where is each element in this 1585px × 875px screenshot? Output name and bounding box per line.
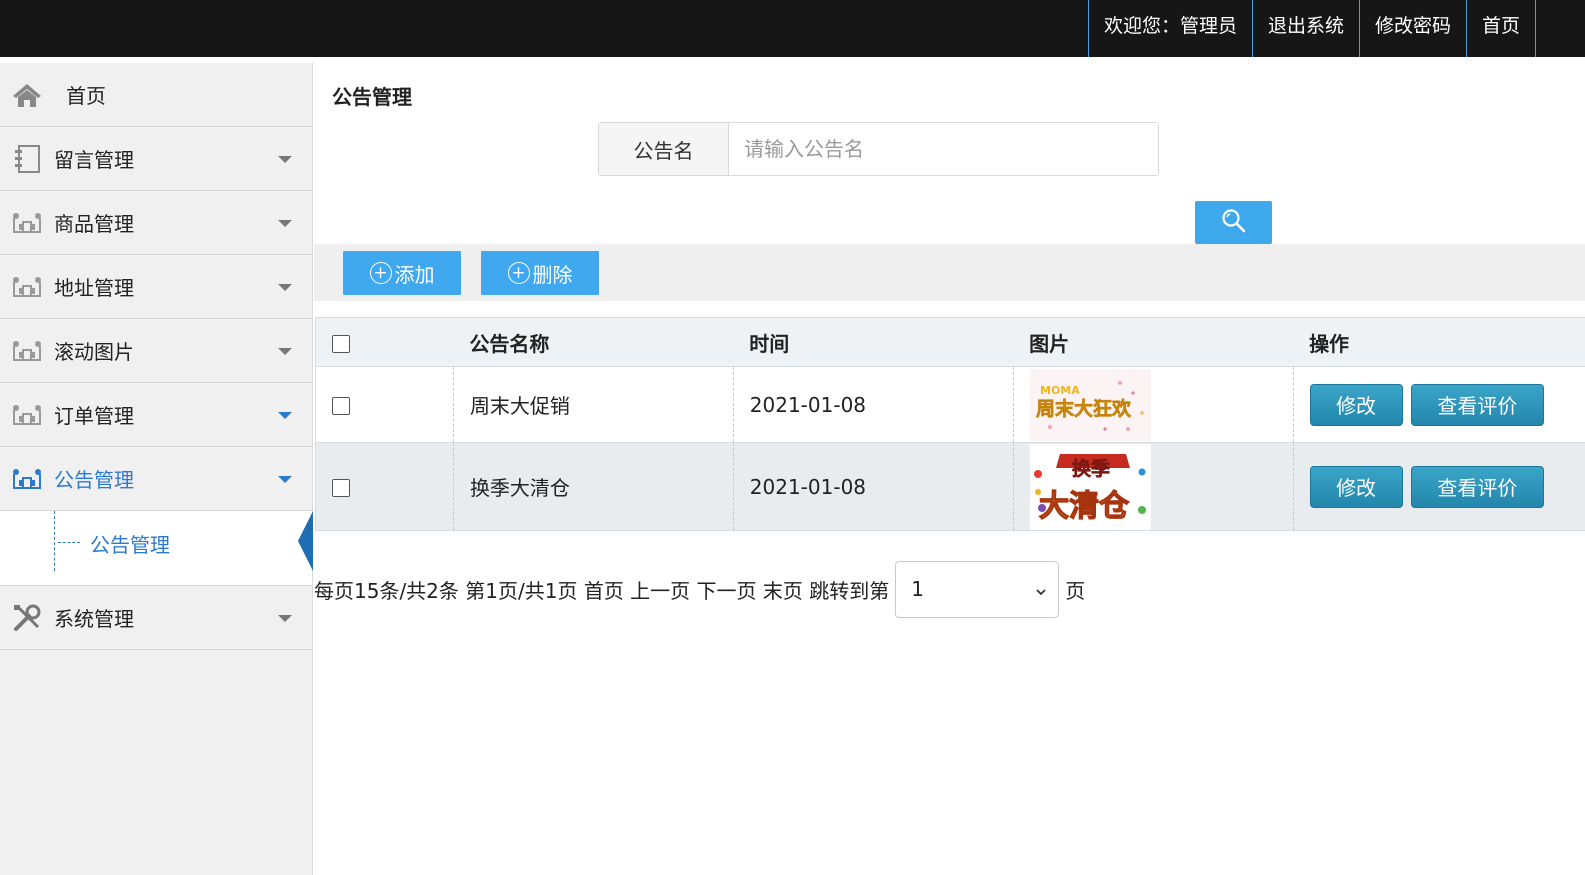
sidebar-submenu: 公告管理 bbox=[0, 511, 313, 586]
row-select-cell bbox=[315, 366, 454, 443]
delete-button-label: 删除 bbox=[532, 262, 573, 287]
chevron-down-icon bbox=[278, 220, 292, 227]
sidebar-item-messages[interactable]: 留言管理 bbox=[0, 127, 312, 191]
home-link[interactable]: 首页 bbox=[1465, 0, 1536, 57]
sidebar-subitem-announcement-manage[interactable]: 公告管理 bbox=[90, 529, 170, 558]
chevron-down-icon bbox=[278, 615, 292, 622]
search-input[interactable] bbox=[729, 123, 1158, 175]
announcement-image-cell: MOMA 周末大狂欢 bbox=[1013, 366, 1294, 443]
sidebar-item-system[interactable]: 系统管理 bbox=[0, 586, 312, 650]
svg-text:大清仓: 大清仓 bbox=[1039, 489, 1130, 524]
tools-icon bbox=[10, 603, 44, 633]
table-row: 周末大促销 2021-01-08 MOMA 周末大狂欢 修改 查看评价 bbox=[315, 366, 1585, 443]
sidebar-item-orders[interactable]: 订单管理 bbox=[0, 383, 312, 447]
view-reviews-button[interactable]: 查看评价 bbox=[1410, 465, 1544, 508]
edit-button[interactable]: 修改 bbox=[1309, 465, 1403, 508]
add-button-label: 添加 bbox=[394, 262, 435, 287]
chevron-down-icon bbox=[278, 412, 292, 419]
plus-circle-icon: + bbox=[369, 262, 392, 284]
table-row: 换季大清仓 2021-01-08 换季 大清仓 修改 查看评价 bbox=[315, 442, 1585, 531]
sidebar-item-label: 商品管理 bbox=[54, 212, 134, 236]
sidebar-item-label: 首页 bbox=[66, 84, 106, 108]
sidebar-item-announcements[interactable]: 公告管理 bbox=[0, 447, 312, 511]
operations-cell: 修改 查看评价 bbox=[1293, 366, 1585, 443]
chevron-down-icon bbox=[278, 476, 292, 483]
page-select-value: 1 bbox=[911, 576, 924, 601]
main-content: 公告管理 公告名 + 添加 + 删除 公告名称 bbox=[314, 63, 1585, 875]
search-group: 公告名 bbox=[598, 122, 1159, 176]
sidebar-item-addresses[interactable]: 地址管理 bbox=[0, 255, 312, 319]
view-reviews-button[interactable]: 查看评价 bbox=[1410, 383, 1544, 426]
svg-text:周末大狂欢: 周末大狂欢 bbox=[1036, 397, 1132, 420]
svg-text:MOMA: MOMA bbox=[1040, 384, 1080, 397]
operations-cell: 修改 查看评价 bbox=[1293, 442, 1585, 531]
delete-button[interactable]: + 删除 bbox=[481, 251, 599, 295]
select-all-cell bbox=[315, 317, 454, 367]
change-password-link[interactable]: 修改密码 bbox=[1358, 0, 1466, 57]
pagination-suffix: 页 bbox=[1065, 578, 1086, 603]
chevron-down-icon bbox=[278, 348, 292, 355]
pagination-summary: 每页15条/共2条 第1页/共1页 首页 上一页 下一页 末页 跳转到第 bbox=[314, 578, 890, 603]
row-checkbox[interactable] bbox=[332, 479, 350, 497]
sidebar-item-label: 地址管理 bbox=[54, 276, 134, 300]
announcement-name: 换季大清仓 bbox=[453, 442, 734, 531]
announcement-image: MOMA 周末大狂欢 bbox=[1029, 368, 1151, 441]
column-header: 操作 bbox=[1293, 317, 1585, 367]
module-icon bbox=[10, 400, 44, 430]
top-bar: 欢迎您：管理员 退出系统 修改密码 首页 bbox=[0, 0, 1585, 57]
sidebar-item-home[interactable]: 首页 bbox=[0, 63, 312, 127]
notebook-icon bbox=[10, 144, 44, 174]
module-icon bbox=[10, 336, 44, 366]
sidebar-item-carousel[interactable]: 滚动图片 bbox=[0, 319, 312, 383]
search-icon bbox=[1221, 208, 1247, 238]
select-all-checkbox[interactable] bbox=[332, 334, 350, 353]
announcement-name: 周末大促销 bbox=[453, 366, 734, 443]
sidebar-item-label: 滚动图片 bbox=[54, 340, 134, 364]
tree-line bbox=[58, 542, 80, 543]
column-header: 时间 bbox=[733, 317, 1014, 367]
module-icon bbox=[10, 464, 44, 494]
active-pointer-icon bbox=[298, 511, 313, 571]
edit-button[interactable]: 修改 bbox=[1309, 383, 1403, 426]
page-title: 公告管理 bbox=[332, 85, 412, 109]
home-icon bbox=[10, 80, 44, 110]
table-header-row: 公告名称 时间 图片 操作 bbox=[315, 317, 1585, 367]
tree-line bbox=[54, 511, 55, 571]
sidebar-item-label: 订单管理 bbox=[54, 404, 134, 428]
svg-text:换季: 换季 bbox=[1072, 457, 1110, 480]
chevron-down-icon bbox=[278, 284, 292, 291]
add-button[interactable]: + 添加 bbox=[343, 251, 461, 295]
sidebar-item-products[interactable]: 商品管理 bbox=[0, 191, 312, 255]
chevron-down-icon bbox=[278, 156, 292, 163]
chevron-down-icon bbox=[1034, 580, 1048, 604]
column-header: 公告名称 bbox=[453, 317, 734, 367]
row-select-cell bbox=[315, 442, 454, 531]
sidebar: 首页 留言管理 商品管理 地址管理 滚动图片 订单管理 公告管理 公告管理 系统… bbox=[0, 63, 313, 875]
top-nav: 欢迎您：管理员 退出系统 修改密码 首页 bbox=[1087, 0, 1536, 57]
sidebar-item-label: 留言管理 bbox=[54, 148, 134, 172]
announcement-date: 2021-01-08 bbox=[733, 442, 1014, 531]
announcement-image: 换季 大清仓 bbox=[1029, 443, 1151, 530]
page-select[interactable]: 1 bbox=[895, 560, 1060, 618]
announcement-table: 公告名称 时间 图片 操作 周末大促销 2021-01-08 MOMA 周末大狂… bbox=[315, 317, 1585, 531]
column-header: 图片 bbox=[1013, 317, 1294, 367]
pagination: 每页15条/共2条 第1页/共1页 首页 上一页 下一页 末页 跳转到第 1 页 bbox=[314, 560, 1085, 618]
welcome-text: 欢迎您：管理员 bbox=[1087, 0, 1252, 57]
action-toolbar: + 添加 + 删除 bbox=[314, 244, 1585, 301]
sidebar-item-label: 公告管理 bbox=[54, 468, 134, 492]
announcement-image-cell: 换季 大清仓 bbox=[1013, 442, 1294, 531]
module-icon bbox=[10, 208, 44, 238]
search-button[interactable] bbox=[1195, 201, 1272, 244]
search-label: 公告名 bbox=[599, 123, 729, 175]
logout-link[interactable]: 退出系统 bbox=[1251, 0, 1359, 57]
row-checkbox[interactable] bbox=[332, 397, 350, 415]
announcement-date: 2021-01-08 bbox=[733, 366, 1014, 443]
sidebar-item-label: 系统管理 bbox=[54, 607, 134, 631]
module-icon bbox=[10, 272, 44, 302]
plus-circle-icon: + bbox=[507, 262, 530, 284]
